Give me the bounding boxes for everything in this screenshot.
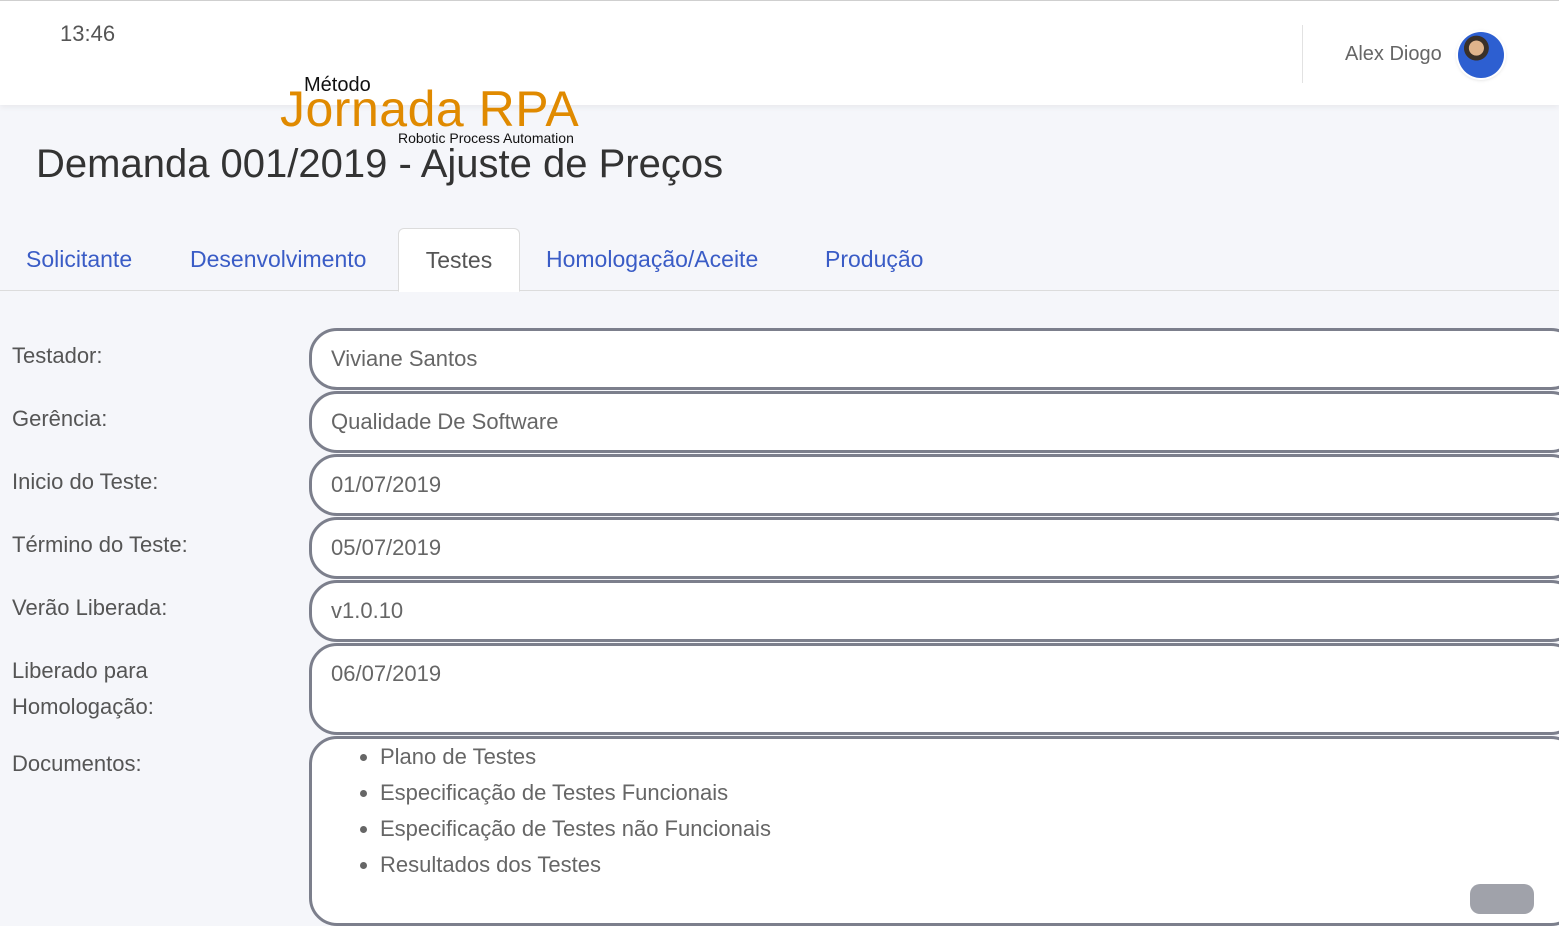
tester-value: Viviane Santos xyxy=(331,346,478,371)
tester-field[interactable]: Viviane Santos xyxy=(309,328,1559,390)
test-end-field[interactable]: 05/07/2019 xyxy=(309,517,1559,579)
list-item[interactable]: Plano de Testes xyxy=(380,739,1559,775)
tab-testes[interactable]: Testes xyxy=(398,228,520,292)
clock-time: 13:46 xyxy=(60,21,116,46)
test-start-label: Inicio do Teste: xyxy=(12,469,159,494)
management-value: Qualidade De Software xyxy=(331,409,559,434)
page-title: Demanda 001/2019 - Ajuste de Preços xyxy=(36,142,724,186)
management-field[interactable]: Qualidade De Software xyxy=(309,391,1559,453)
list-item[interactable]: Especificação de Testes não Funcionais xyxy=(380,811,1559,847)
tab-desenvolvimento[interactable]: Desenvolvimento xyxy=(190,228,366,290)
released-homologation-value: 06/07/2019 xyxy=(331,661,442,686)
user-avatar-icon[interactable] xyxy=(1458,32,1504,78)
user-name[interactable]: Alex Diogo xyxy=(1345,43,1442,66)
list-item[interactable]: Resultados dos Testes xyxy=(380,847,1559,883)
list-item[interactable]: Especificação de Testes Funcionais xyxy=(380,775,1559,811)
documents-label: Documentos: xyxy=(12,751,142,776)
documents-list: Plano de Testes Especificação de Testes … xyxy=(332,739,1559,883)
tester-label: Testador: xyxy=(12,343,103,368)
released-version-field[interactable]: v1.0.10 xyxy=(309,580,1559,642)
released-homologation-label-line2: Homologação: xyxy=(12,694,154,719)
tab-bar: Solicitante Desenvolvimento Testes Homol… xyxy=(0,228,1559,292)
logo: Método Jornada RPA Robotic Process Autom… xyxy=(280,74,590,148)
released-homologation-field[interactable]: 06/07/2019 xyxy=(309,643,1559,735)
management-label: Gerência: xyxy=(12,406,108,431)
test-end-value: 05/07/2019 xyxy=(331,535,442,560)
resize-handle[interactable] xyxy=(1470,884,1534,914)
test-start-value: 01/07/2019 xyxy=(331,472,442,497)
test-start-field[interactable]: 01/07/2019 xyxy=(309,454,1559,516)
tab-producao[interactable]: Produção xyxy=(825,228,923,290)
top-bar: 13:46 Alex Diogo xyxy=(0,0,1559,105)
tab-solicitante[interactable]: Solicitante xyxy=(26,228,132,290)
documents-field[interactable]: Plano de Testes Especificação de Testes … xyxy=(309,736,1559,926)
tab-homologacao-aceite[interactable]: Homologação/Aceite xyxy=(546,228,758,290)
released-version-value: v1.0.10 xyxy=(331,598,404,623)
released-version-label: Verão Liberada: xyxy=(12,595,168,620)
released-homologation-label-line1: Liberado para xyxy=(12,658,148,683)
test-end-label: Término do Teste: xyxy=(12,532,188,557)
header-divider xyxy=(1302,25,1303,83)
